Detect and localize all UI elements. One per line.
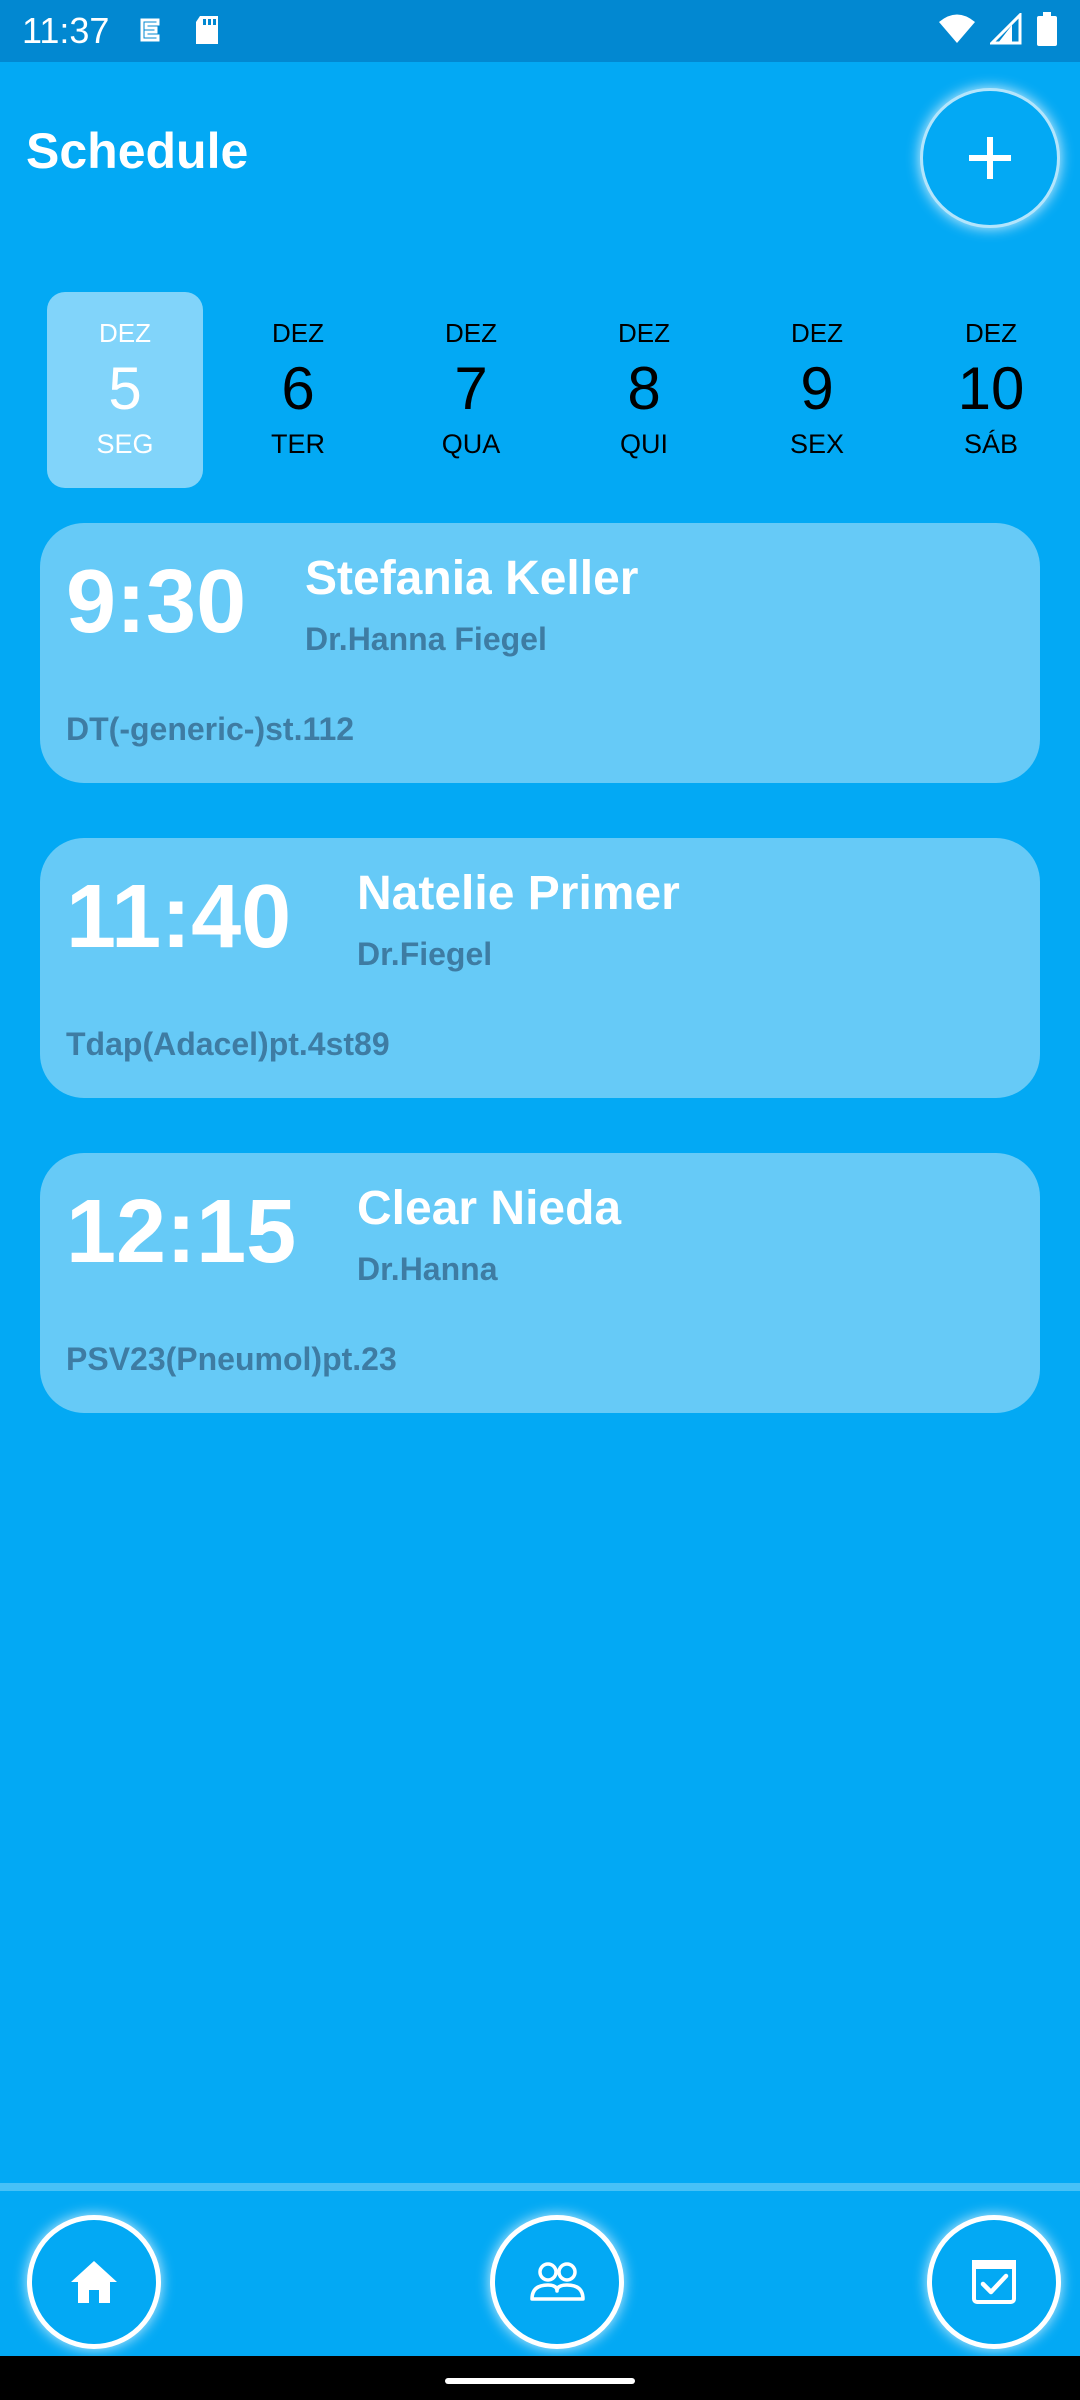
battery-icon [1036, 12, 1058, 51]
day-item[interactable]: DEZ 6 TER [220, 292, 376, 488]
day-number: 5 [108, 355, 142, 422]
bottom-nav-divider [0, 2183, 1080, 2191]
appointment-card[interactable]: 11:40 Natelie Primer Dr.Fiegel Tdap(Adac… [40, 838, 1040, 1098]
day-number: 8 [627, 355, 661, 422]
home-icon [71, 2261, 117, 2303]
wifi-icon [938, 13, 976, 50]
doctor-name: Dr.Fiegel [357, 936, 493, 972]
day-month: DEZ [618, 318, 670, 348]
day-item[interactable]: DEZ 8 QUI [566, 292, 722, 488]
day-month: DEZ [791, 318, 843, 348]
appointment-card[interactable]: 12:15 Clear Nieda Dr.Hanna PSV23(Pneumol… [40, 1153, 1040, 1413]
notification-icon [132, 12, 168, 48]
appointment-card[interactable]: 9:30 Stefania Keller Dr.Hanna Fiegel DT(… [40, 523, 1040, 783]
day-item[interactable]: DEZ 9 SEX [739, 292, 895, 488]
day-weekday: QUI [619, 429, 668, 459]
day-month: DEZ [99, 318, 151, 348]
day-weekday: SÁB [963, 429, 1019, 459]
nav-tasks-button[interactable] [927, 2215, 1061, 2349]
vaccine-info: PSV23(Pneumol)pt.23 [66, 1341, 397, 1377]
day-number: 6 [281, 355, 315, 422]
day-number: 9 [800, 355, 834, 422]
nav-home-button[interactable] [27, 2215, 161, 2349]
day-weekday: SEX [789, 429, 845, 459]
day-item-selected[interactable]: DEZ 5 SEG [47, 292, 203, 488]
day-weekday: SEG [96, 429, 154, 459]
home-gesture-handle[interactable] [445, 2378, 635, 2384]
add-appointment-button[interactable] [920, 88, 1060, 228]
day-number: 10 [957, 355, 1025, 422]
day-weekday: TER [271, 429, 325, 459]
checklist-icon [972, 2260, 1016, 2304]
patient-name: Clear Nieda [357, 1182, 622, 1235]
day-item[interactable]: DEZ 7 QUA [393, 292, 549, 488]
patient-name: Stefania Keller [305, 552, 639, 605]
nav-patients-button[interactable] [490, 2215, 624, 2349]
day-weekday: QUA [441, 429, 501, 459]
appointment-time: 9:30 [66, 552, 247, 652]
day-month: DEZ [965, 318, 1017, 348]
page-title: Schedule [26, 123, 249, 179]
patient-name: Natelie Primer [357, 867, 680, 920]
appointment-time: 12:15 [66, 1182, 297, 1282]
day-number: 7 [454, 355, 488, 422]
day-month: DEZ [272, 318, 324, 348]
status-time: 11:37 [22, 10, 110, 51]
doctor-name: Dr.Hanna Fiegel [305, 621, 547, 657]
date-selector: DEZ 5 SEG DEZ 6 TER DEZ 7 QUA DEZ 8 QUI … [0, 292, 1080, 488]
doctor-name: Dr.Hanna [357, 1251, 498, 1287]
appointment-time: 11:40 [66, 867, 292, 967]
people-icon [530, 2262, 585, 2301]
day-month: DEZ [445, 318, 497, 348]
vaccine-info: Tdap(Adacel)pt.4st89 [66, 1026, 390, 1062]
plus-icon [969, 137, 1011, 179]
sd-card-icon [190, 12, 226, 48]
signal-icon [988, 11, 1022, 50]
day-item[interactable]: DEZ 10 SÁB [913, 292, 1069, 488]
status-bar: 11:37 [0, 0, 1080, 62]
vaccine-info: DT(-generic-)st.112 [66, 711, 355, 747]
